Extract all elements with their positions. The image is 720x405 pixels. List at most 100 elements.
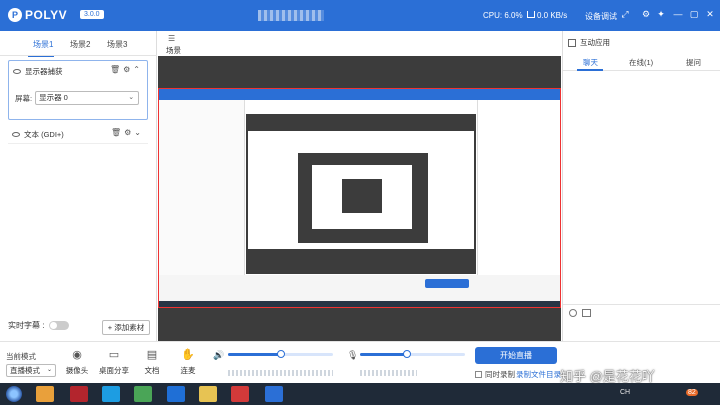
tab-chat[interactable]: 聊天	[583, 57, 598, 68]
document-icon: ▤	[146, 349, 158, 361]
record-file-link[interactable]: 录制文件目录	[516, 369, 561, 380]
tab-scene-2[interactable]: 场景2	[70, 39, 90, 50]
desktop-share-label: 桌面分享	[99, 366, 129, 375]
chrome-icon[interactable]	[134, 386, 152, 402]
speaker-icon[interactable]: 🔊	[213, 350, 224, 361]
active-tab-indicator	[577, 69, 603, 71]
speaker-volume-slider[interactable]	[228, 350, 333, 358]
tab-scene-3[interactable]: 场景3	[107, 39, 127, 50]
add-material-button[interactable]: + 添加素材	[102, 320, 150, 335]
captured-start-button	[425, 279, 469, 288]
camera-button[interactable]: ◉ 摄像头	[60, 348, 94, 376]
start-live-button[interactable]: 开始直播	[475, 347, 557, 364]
gear-icon[interactable]: ⚙	[640, 9, 652, 20]
minimize-icon[interactable]: —	[672, 9, 684, 19]
source-label: 文本 (GDI+)	[24, 130, 64, 139]
source-item-display-capture[interactable]: 显示器捕获 🗑⚙⌃ 屏幕: 显示器 0 ⌄	[8, 60, 148, 120]
screen-select-value: 显示器 0	[39, 93, 68, 102]
screen-select[interactable]: 显示器 0 ⌄	[35, 91, 140, 105]
realtime-subtitle-label: 实时字幕 :	[8, 321, 45, 330]
checkbox-icon[interactable]	[475, 371, 482, 378]
realtime-subtitle-toggle[interactable]	[49, 321, 70, 330]
divider	[0, 55, 157, 56]
polyv-taskbar-icon[interactable]	[265, 386, 283, 402]
mic-volume-knob[interactable]	[403, 350, 412, 358]
network-speed-value: 0.0 KB/s	[537, 11, 568, 20]
camera-label: 摄像头	[65, 366, 89, 375]
menu-icon[interactable]: ☰	[168, 34, 175, 43]
document-button[interactable]: ▤ 文档	[135, 348, 169, 376]
windows-taskbar: CH 82	[0, 383, 720, 405]
microphone-icon[interactable]: 🎙	[347, 350, 358, 361]
tab-scene-1[interactable]: 场景1	[33, 39, 53, 50]
speaker-volume-knob[interactable]	[276, 350, 285, 358]
mode-select[interactable]: 直播模式 ⌄	[6, 364, 56, 377]
sogou-icon[interactable]	[102, 386, 120, 402]
captured-screen	[159, 89, 560, 307]
monitor-icon: ▭	[108, 349, 120, 361]
chevron-down-icon: ⌄	[46, 367, 52, 373]
mode-select-value: 直播模式	[10, 366, 40, 375]
captured-taskbar	[159, 301, 560, 307]
source-item-text[interactable]: 文本 (GDI+) 🗑⚙⌄	[8, 126, 148, 144]
tray-badge[interactable]: 82	[686, 389, 698, 396]
mic-volume-slider[interactable]	[360, 350, 465, 358]
trash-icon[interactable]: 🗑	[110, 65, 123, 74]
cpu-usage: CPU: 6.0%	[483, 11, 523, 20]
chevron-down-icon[interactable]: ⌄	[134, 128, 144, 137]
image-icon[interactable]	[582, 309, 591, 317]
interaction-title: 互动应用	[580, 38, 610, 47]
captured-titlebar	[159, 89, 560, 100]
captured-screen-level-5	[342, 179, 382, 213]
scene-tabs: 场景1 场景2 场景3	[0, 36, 157, 57]
hand-icon: ✋	[181, 349, 195, 361]
source-label: 显示器捕获	[25, 67, 63, 76]
chat-input-bar[interactable]	[563, 304, 720, 341]
speaker-volume-fill	[228, 353, 281, 356]
camera-icon: ◉	[72, 349, 82, 361]
emoji-icon[interactable]	[569, 309, 577, 317]
network-speed: 0.0 KB/s	[527, 11, 567, 20]
tab-online[interactable]: 在线(1)	[629, 57, 653, 68]
trash-icon[interactable]: 🗑	[111, 128, 124, 137]
blurred-title	[258, 10, 324, 21]
sync-record-checkbox[interactable]: 同时录制	[475, 369, 515, 380]
chevron-down-icon: ⌄	[128, 94, 135, 101]
eye-icon[interactable]	[12, 132, 20, 137]
tray-language[interactable]: CH	[620, 389, 630, 396]
eye-icon[interactable]	[13, 69, 21, 74]
explorer-icon[interactable]	[36, 386, 54, 402]
brand-name: POLYV	[25, 8, 68, 22]
source-header: 显示器捕获	[13, 66, 63, 77]
expand-icon[interactable]: ⤢	[619, 9, 631, 20]
co-host-button[interactable]: ✋ 连麦	[171, 348, 205, 376]
realtime-subtitle-row: 实时字幕 :	[8, 320, 70, 331]
upload-icon	[527, 11, 535, 18]
apps-icon	[568, 38, 576, 47]
live-preview[interactable]	[158, 56, 561, 341]
close-icon[interactable]: ✕	[704, 9, 716, 20]
interaction-panel: 互动应用 聊天 在线(1) 提问	[562, 31, 720, 341]
mode-label: 当前模式	[6, 352, 36, 361]
captured-left-panel	[159, 100, 245, 275]
tab-questions[interactable]: 提问	[686, 57, 701, 68]
captured-screen-level-2	[248, 131, 474, 249]
title-bar: P POLYV 3.0.0 CPU: 6.0% 0.0 KB/s 设备调试 ⤢ …	[0, 0, 720, 31]
wps-icon[interactable]	[167, 386, 185, 402]
start-icon[interactable]	[6, 386, 22, 402]
maximize-icon[interactable]: ▢	[688, 9, 700, 20]
gear-icon[interactable]: ⚙	[123, 65, 133, 74]
pin-icon[interactable]: ✦	[655, 9, 667, 20]
desktop-share-button[interactable]: ▭ 桌面分享	[97, 348, 131, 376]
co-host-label: 连麦	[180, 366, 196, 375]
onenote-icon[interactable]	[70, 386, 88, 402]
xmind-icon[interactable]	[231, 386, 249, 402]
captured-right-panel	[477, 100, 560, 275]
chat-messages	[563, 72, 720, 304]
folder-icon[interactable]	[199, 386, 217, 402]
scene-panel: 场景1 场景2 场景3 显示器捕获 🗑⚙⌃ 屏幕: 显示器 0 ⌄ 文本 (GD…	[0, 31, 157, 341]
chevron-up-icon[interactable]: ⌃	[133, 65, 143, 74]
preview-header: ☰ 场景	[158, 31, 561, 56]
gear-icon[interactable]: ⚙	[124, 128, 134, 137]
device-test-button[interactable]: 设备调试	[585, 11, 617, 22]
